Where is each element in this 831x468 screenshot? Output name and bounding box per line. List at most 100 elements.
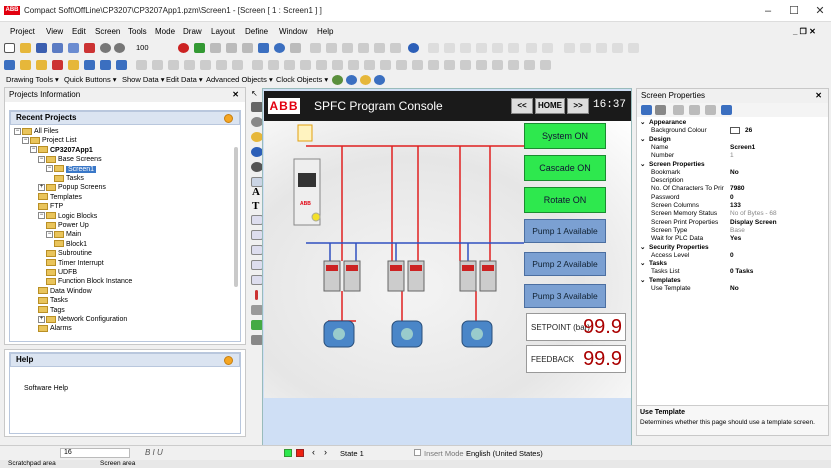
tool-icon[interactable] bbox=[342, 43, 353, 53]
property-value[interactable]: Base bbox=[730, 227, 745, 235]
collapse-tree-icon[interactable]: − bbox=[46, 165, 53, 173]
zoom-out-icon[interactable] bbox=[114, 43, 125, 53]
minimize-button[interactable]: – bbox=[757, 2, 779, 20]
screen-area-tab[interactable]: Screen area bbox=[100, 460, 135, 468]
tree-item[interactable]: − Project List bbox=[22, 136, 77, 145]
property-row[interactable]: Screen Memory Status No of Bytes - 68 bbox=[637, 210, 830, 218]
property-row[interactable]: Background Colour 26 bbox=[637, 127, 830, 135]
collapse-tree-icon[interactable]: − bbox=[38, 155, 45, 163]
tool-icon[interactable] bbox=[508, 60, 519, 70]
tool-icon[interactable] bbox=[300, 60, 311, 70]
property-category[interactable]: ⌄ Security Properties bbox=[637, 244, 830, 252]
tool-icon[interactable] bbox=[210, 43, 221, 53]
menu-view[interactable]: View bbox=[46, 27, 63, 36]
screen-icon[interactable] bbox=[100, 60, 111, 70]
sort-icon[interactable] bbox=[655, 105, 666, 115]
new-icon[interactable] bbox=[4, 43, 15, 53]
property-value[interactable]: Screen1 bbox=[730, 144, 755, 152]
collapse-tree-icon[interactable]: − bbox=[22, 137, 29, 145]
text-format-buttons[interactable]: B I U bbox=[145, 448, 163, 457]
tool-icon[interactable] bbox=[310, 43, 321, 53]
cascade-on-button[interactable]: Cascade ON bbox=[524, 155, 606, 181]
tool-icon[interactable] bbox=[705, 105, 716, 115]
close-icon[interactable]: ✕ bbox=[232, 88, 239, 102]
open-icon[interactable] bbox=[20, 43, 31, 53]
tree-item[interactable]: Tasks bbox=[54, 174, 84, 183]
globe-icon[interactable] bbox=[274, 43, 285, 53]
gauge-icon[interactable] bbox=[332, 75, 343, 85]
line-tool-icon[interactable] bbox=[255, 290, 258, 300]
tree-item[interactable]: − Logic Blocks bbox=[38, 212, 97, 221]
collapse-tree-icon[interactable]: − bbox=[46, 231, 53, 239]
print-icon[interactable] bbox=[84, 43, 95, 53]
align-icon[interactable] bbox=[564, 43, 575, 53]
collapse-tree-icon[interactable]: − bbox=[14, 127, 21, 135]
next-screen-button[interactable]: >> bbox=[567, 98, 589, 114]
property-row[interactable]: Name Screen1 bbox=[637, 144, 830, 152]
tool-icon[interactable] bbox=[216, 60, 227, 70]
collapse-icon[interactable] bbox=[224, 114, 233, 123]
prev-state-icon[interactable]: ‹ bbox=[312, 447, 315, 457]
cut-icon[interactable] bbox=[428, 43, 439, 53]
folder-icon[interactable] bbox=[36, 60, 47, 70]
property-category[interactable]: ⌄ Templates bbox=[637, 277, 830, 285]
show-data-menu[interactable]: Show Data ▾ bbox=[122, 75, 165, 84]
insert-mode-checkbox[interactable] bbox=[414, 449, 421, 456]
tool-icon[interactable] bbox=[152, 60, 163, 70]
tree-item[interactable]: − Main bbox=[46, 230, 81, 239]
tree-item[interactable]: Data Window bbox=[38, 287, 92, 296]
tool-icon[interactable] bbox=[673, 105, 684, 115]
property-row[interactable]: Screen Columns 133 bbox=[637, 202, 830, 210]
save-icon[interactable] bbox=[36, 43, 47, 53]
chevron-down-icon[interactable]: ⌄ bbox=[640, 244, 645, 252]
property-row[interactable]: Tasks List 0 Tasks bbox=[637, 268, 830, 276]
tool-icon[interactable] bbox=[380, 60, 391, 70]
property-row[interactable]: Use Template No bbox=[637, 285, 830, 293]
prev-screen-button[interactable]: << bbox=[511, 98, 533, 114]
pointer-icon[interactable]: ↖ bbox=[251, 89, 260, 98]
menu-project[interactable]: Project bbox=[10, 27, 35, 36]
copy-icon[interactable] bbox=[444, 43, 455, 53]
chevron-down-icon[interactable]: ⌄ bbox=[640, 119, 645, 127]
back-icon[interactable] bbox=[492, 43, 503, 53]
property-row[interactable]: Bookmark No bbox=[637, 169, 830, 177]
property-row[interactable]: Description bbox=[637, 177, 830, 185]
tree-item[interactable]: UDFB bbox=[46, 268, 77, 277]
close-icon[interactable]: ✕ bbox=[815, 89, 822, 103]
setpoint-readout[interactable]: SETPOINT (bar) 99.9 bbox=[526, 313, 626, 341]
gauge-icon[interactable] bbox=[374, 75, 385, 85]
zoom-in-icon[interactable] bbox=[100, 43, 111, 53]
download-icon[interactable] bbox=[68, 43, 79, 53]
tool-icon[interactable] bbox=[268, 60, 279, 70]
tool-icon[interactable] bbox=[232, 60, 243, 70]
property-value[interactable]: No bbox=[730, 285, 739, 293]
property-value[interactable]: No of Bytes - 68 bbox=[730, 210, 777, 218]
align-icon[interactable] bbox=[612, 43, 623, 53]
undo-icon[interactable] bbox=[526, 43, 537, 53]
monitor-icon[interactable] bbox=[258, 43, 269, 53]
chevron-down-icon[interactable]: ⌄ bbox=[640, 136, 645, 144]
collapse-tree-icon[interactable]: − bbox=[38, 212, 45, 220]
menu-tools[interactable]: Tools bbox=[128, 27, 147, 36]
tool-icon[interactable] bbox=[390, 43, 401, 53]
property-category[interactable]: ⌄ Appearance bbox=[637, 119, 830, 127]
tree-item[interactable]: Power Up bbox=[46, 221, 89, 230]
property-value[interactable]: No bbox=[730, 169, 739, 177]
zoom-level[interactable]: 100 bbox=[136, 43, 149, 52]
expand-icon[interactable]: + bbox=[38, 315, 45, 323]
property-category[interactable]: ⌄ Screen Properties bbox=[637, 161, 830, 169]
property-value[interactable]: 0 Tasks bbox=[730, 268, 753, 276]
align-icon[interactable] bbox=[580, 43, 591, 53]
stop-icon[interactable] bbox=[178, 43, 189, 53]
property-row[interactable]: Screen Print Properties Display Screen bbox=[637, 219, 830, 227]
drawing-tools-menu[interactable]: Drawing Tools ▾ bbox=[6, 75, 59, 84]
maximize-button[interactable]: ☐ bbox=[783, 2, 805, 20]
tool-icon[interactable] bbox=[412, 60, 423, 70]
chevron-down-icon[interactable]: ⌄ bbox=[640, 277, 645, 285]
tree-item[interactable]: − CP3207App1 bbox=[30, 146, 93, 155]
property-category[interactable]: ⌄ Tasks bbox=[637, 260, 830, 268]
tool-icon[interactable] bbox=[492, 60, 503, 70]
property-value[interactable]: 133 bbox=[730, 202, 741, 210]
tool-icon[interactable] bbox=[444, 60, 455, 70]
collapse-tree-icon[interactable]: − bbox=[30, 146, 37, 154]
